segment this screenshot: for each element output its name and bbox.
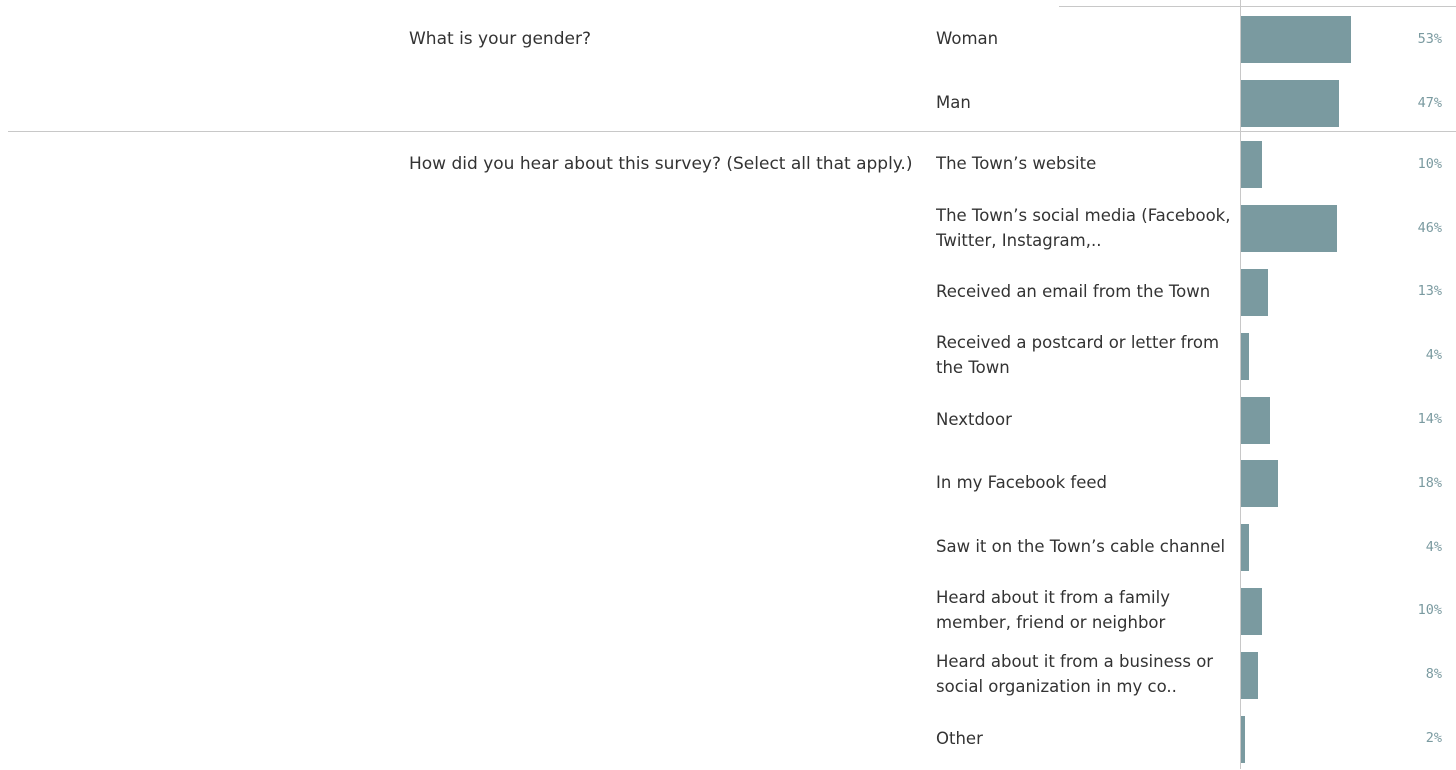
data-label: 14% <box>1417 411 1442 428</box>
answer-label-text: Saw it on the Town’s cable channel <box>936 537 1226 557</box>
answer-label: Received a postcard or letter from the T… <box>936 323 1236 387</box>
answer-label-text: The Town’s social media (Facebook, Twitt… <box>936 205 1231 250</box>
answer-label-text: The Town’s website <box>936 154 1097 174</box>
bar[interactable] <box>1241 651 1258 699</box>
data-label: 4% <box>1425 538 1442 555</box>
answer-label: The Town’s social media (Facebook, Twitt… <box>936 196 1236 260</box>
bar[interactable] <box>1241 460 1279 508</box>
data-label: 18% <box>1417 474 1442 491</box>
bar[interactable] <box>1241 396 1271 444</box>
survey-bar-chart: What is your gender? Woman 53% Man 47% How di… <box>0 0 1456 769</box>
question-label: What is your gender? <box>409 29 591 49</box>
data-label: 53% <box>1417 30 1442 47</box>
answer-label: Received an email from the Town <box>936 260 1236 324</box>
data-label: 8% <box>1425 666 1442 683</box>
answer-label-text: Received an email from the Town <box>936 281 1211 301</box>
answer-label: Saw it on the Town’s cable channel <box>936 515 1236 579</box>
answer-label-text: Received a postcard or letter from the T… <box>936 333 1220 378</box>
answer-label: Man <box>936 71 1236 135</box>
data-label: 47% <box>1417 94 1442 111</box>
bar[interactable] <box>1241 205 1337 253</box>
answer-label: Heard about it from a business or social… <box>936 642 1236 706</box>
bar[interactable] <box>1241 715 1246 763</box>
answer-label-text: Heard about it from a business or social… <box>936 652 1214 697</box>
question-label: How did you hear about this survey? (Sel… <box>409 154 913 174</box>
data-label: 13% <box>1417 283 1442 300</box>
answer-label-text: Man <box>936 93 971 113</box>
data-label: 2% <box>1425 730 1442 747</box>
bar[interactable] <box>1241 332 1250 380</box>
answer-label: Woman <box>936 7 1236 71</box>
data-label: 46% <box>1417 219 1442 236</box>
answer-label: The Town’s website <box>936 132 1236 196</box>
bar[interactable] <box>1241 588 1262 635</box>
answer-label: In my Facebook feed <box>936 451 1236 515</box>
group-divider <box>8 131 1456 132</box>
bar[interactable] <box>1241 80 1339 128</box>
data-label: 10% <box>1417 602 1442 619</box>
bar[interactable] <box>1241 269 1269 316</box>
answer-label-text: Heard about it from a family member, fri… <box>936 588 1170 633</box>
answer-label-text: In my Facebook feed <box>936 473 1108 493</box>
answer-label-text: Nextdoor <box>936 409 1012 429</box>
answer-label-text: Woman <box>936 29 999 49</box>
answer-label-text: Other <box>936 728 983 748</box>
answer-label: Heard about it from a family member, fri… <box>936 579 1236 643</box>
answer-label: Nextdoor <box>936 387 1236 451</box>
answer-label: Other <box>936 706 1236 770</box>
data-label: 10% <box>1417 155 1442 172</box>
bar[interactable] <box>1241 524 1250 572</box>
bar[interactable] <box>1241 141 1262 189</box>
data-label: 4% <box>1425 347 1442 364</box>
bar[interactable] <box>1241 16 1352 64</box>
